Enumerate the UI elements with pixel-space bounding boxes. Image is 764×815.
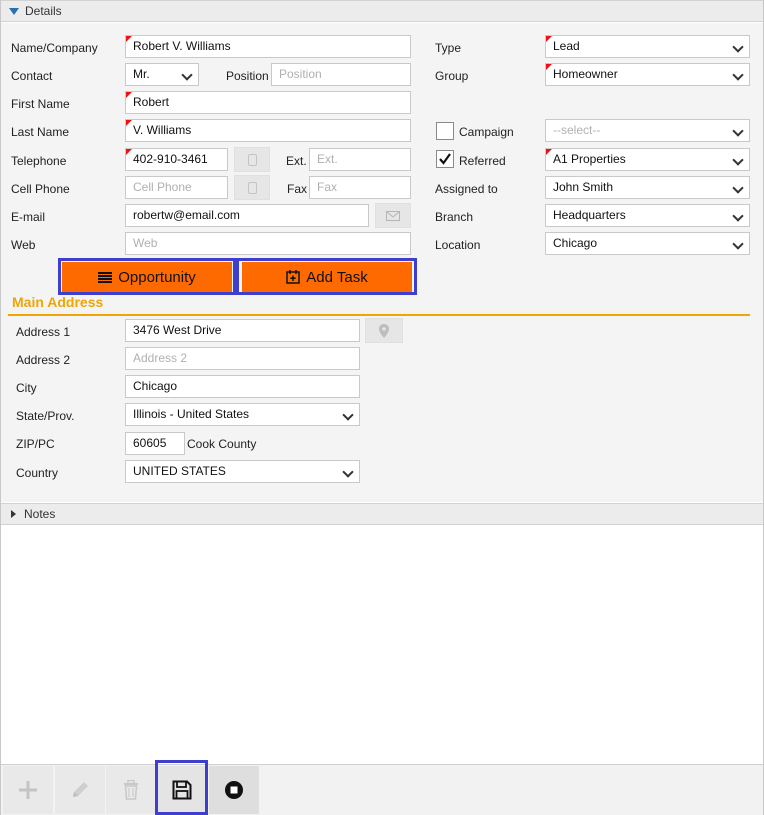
name-company-input[interactable]: Robert V. Williams [125, 35, 411, 58]
branch-select[interactable]: Headquarters [545, 204, 750, 227]
zip-label: ZIP/PC [16, 437, 55, 451]
name-company-label: Name/Company [11, 41, 98, 55]
state-label: State/Prov. [16, 409, 75, 423]
main-address-title: Main Address [12, 294, 104, 310]
phone-icon [247, 153, 257, 166]
opportunity-button[interactable]: Opportunity [62, 262, 232, 292]
save-icon [172, 780, 192, 800]
last-name-label: Last Name [11, 125, 70, 139]
cell-phone-label: Cell Phone [11, 182, 70, 196]
fax-input[interactable]: Fax [309, 176, 411, 199]
stop-icon [225, 781, 243, 799]
campaign-checkbox[interactable] [436, 122, 454, 140]
position-label: Position [226, 69, 269, 83]
type-select[interactable]: Lead [545, 35, 750, 58]
edit-button[interactable] [55, 766, 105, 814]
branch-label: Branch [435, 210, 474, 224]
address1-label: Address 1 [16, 325, 71, 339]
notes-section-header[interactable]: Notes [1, 503, 763, 525]
email-input[interactable]: robertw@email.com [125, 204, 369, 227]
assigned-to-label: Assigned to [435, 182, 498, 196]
add-task-button-label: Add Task [306, 268, 368, 286]
delete-button[interactable] [106, 766, 156, 814]
address1-input[interactable]: 3476 West Drive [125, 319, 360, 342]
campaign-label: Campaign [459, 125, 514, 139]
campaign-select[interactable]: --select-- [545, 119, 750, 142]
country-label: Country [16, 466, 59, 480]
stop-button[interactable] [209, 766, 259, 814]
web-label: Web [11, 238, 36, 252]
email-label: E-mail [11, 210, 46, 224]
last-name-input[interactable]: V. Williams [125, 119, 411, 142]
calendar-add-icon [286, 270, 301, 284]
ext-input[interactable]: Ext. [309, 148, 411, 171]
zip-input[interactable]: 60605 [125, 432, 185, 455]
web-input[interactable]: Web [125, 232, 411, 255]
envelope-icon [386, 210, 400, 221]
address2-label: Address 2 [16, 353, 71, 367]
referred-label: Referred [459, 154, 506, 168]
group-select[interactable]: Homeowner [545, 63, 750, 86]
save-button[interactable] [157, 766, 207, 814]
pencil-icon [73, 782, 88, 797]
add-task-button[interactable]: Add Task [242, 262, 412, 292]
collapsed-triangle-icon [11, 510, 16, 518]
expand-triangle-icon [9, 7, 19, 15]
fax-label: Fax [287, 182, 308, 196]
main-address-divider [8, 314, 750, 316]
referred-select[interactable]: A1 Properties [545, 148, 750, 171]
notes-area[interactable] [1, 526, 763, 764]
telephone-input[interactable]: 402-910-3461 [125, 148, 228, 171]
city-input[interactable]: Chicago [125, 375, 360, 398]
country-select[interactable]: UNITED STATES [125, 460, 360, 483]
plus-icon [19, 781, 37, 799]
details-section-title: Details [25, 4, 62, 18]
notes-section-title: Notes [24, 507, 56, 521]
referred-checkbox[interactable] [436, 150, 454, 168]
first-name-input[interactable]: Robert [125, 91, 411, 114]
checkmark-icon [439, 153, 451, 165]
assigned-to-select[interactable]: John Smith [545, 176, 750, 199]
city-label: City [16, 381, 37, 395]
cell-phone-input[interactable]: Cell Phone [125, 176, 228, 199]
map-pin-icon [379, 323, 389, 338]
call-cell-button[interactable] [234, 175, 270, 200]
county-text: Cook County [187, 437, 257, 451]
address2-input[interactable]: Address 2 [125, 347, 360, 370]
opportunity-button-label: Opportunity [118, 268, 196, 286]
call-phone-button[interactable] [234, 147, 270, 172]
map-location-button[interactable] [365, 318, 403, 343]
phone-icon [247, 181, 257, 194]
details-section-header[interactable]: Details [1, 0, 763, 22]
type-label: Type [435, 41, 462, 55]
location-label: Location [435, 238, 481, 252]
telephone-label: Telephone [11, 154, 67, 168]
opportunity-icon [98, 271, 113, 283]
send-email-button[interactable] [375, 203, 411, 228]
first-name-label: First Name [11, 97, 70, 111]
contact-label: Contact [11, 69, 53, 83]
add-button[interactable] [3, 766, 53, 814]
trash-icon [124, 780, 138, 800]
group-label: Group [435, 69, 469, 83]
state-select[interactable]: Illinois - United States [125, 403, 360, 426]
position-input[interactable]: Position [271, 63, 411, 86]
ext-label: Ext. [286, 154, 307, 168]
salutation-select[interactable]: Mr. [125, 63, 199, 86]
location-select[interactable]: Chicago [545, 232, 750, 255]
